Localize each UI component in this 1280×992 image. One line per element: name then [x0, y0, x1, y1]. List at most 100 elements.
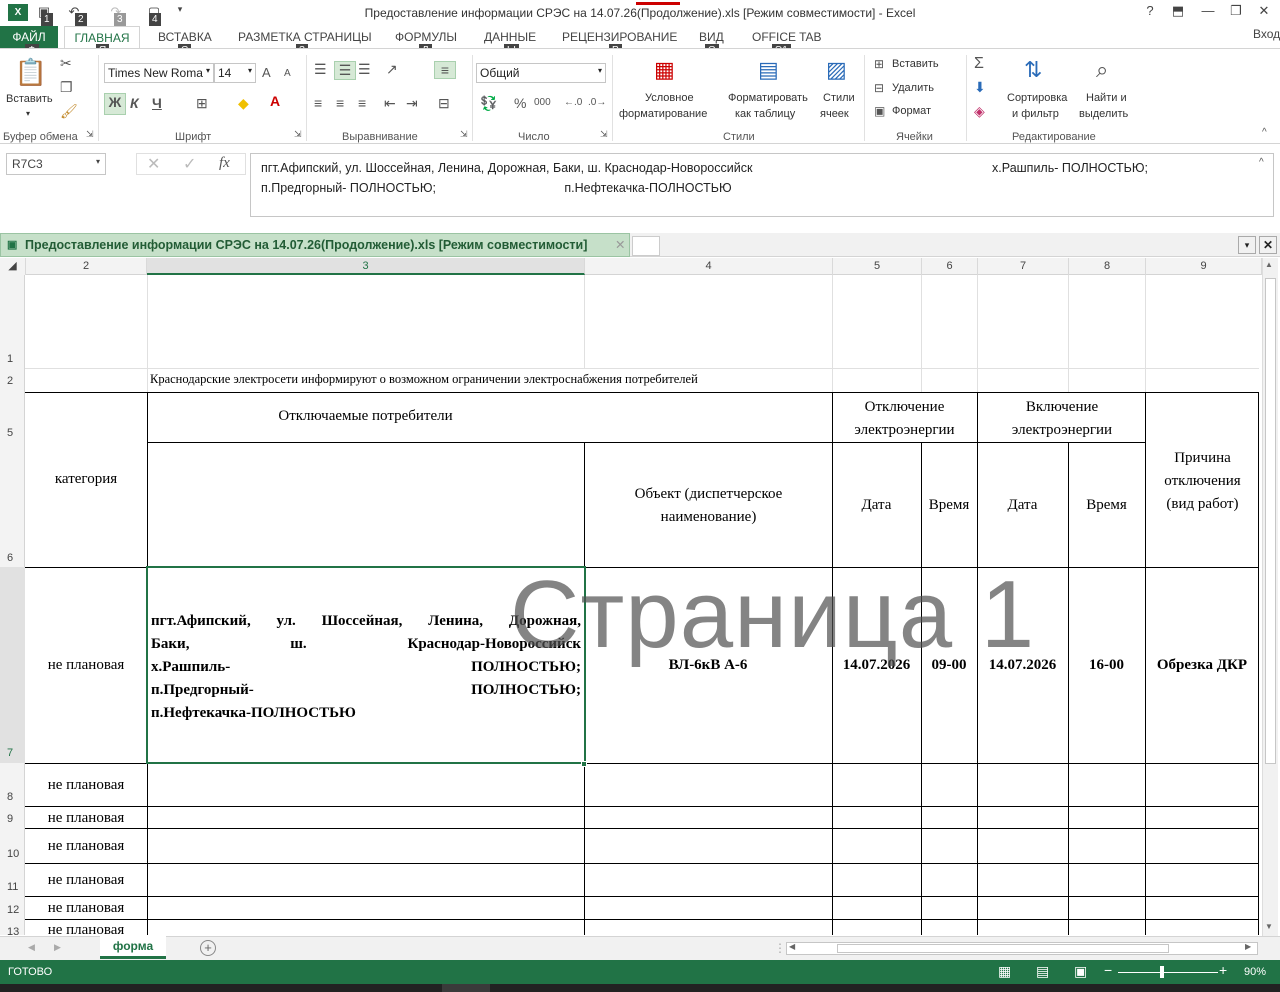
new-tab-button[interactable]	[632, 236, 660, 256]
page-break-view-icon[interactable]: ▣	[1074, 963, 1087, 980]
format-cells-button[interactable]: Формат	[892, 105, 931, 117]
row-header[interactable]: 1	[0, 353, 25, 365]
borders-icon[interactable]: ⊞	[196, 95, 208, 112]
insert-cells-button[interactable]: Вставить	[892, 58, 939, 70]
cell-category[interactable]: не плановая	[25, 810, 147, 827]
taskbar-item[interactable]	[442, 984, 490, 992]
tab-insert[interactable]: ВСТАВКА	[158, 30, 212, 44]
column-header[interactable]: 4	[585, 258, 833, 275]
copy-icon[interactable]: ❐	[60, 79, 73, 96]
delete-cells-icon[interactable]: ⊟	[874, 81, 884, 95]
paste-button[interactable]: Вставить	[6, 93, 53, 105]
column-header[interactable]: 8	[1069, 258, 1146, 275]
document-tab[interactable]: ▣ Предоставление информации СРЭС на 14.0…	[0, 233, 630, 257]
conditional-format-icon[interactable]: ▦	[654, 57, 675, 83]
scroll-left-icon[interactable]: ◀	[789, 942, 795, 951]
row-header[interactable]: 5	[0, 427, 25, 439]
paste-icon[interactable]: 📋	[14, 57, 48, 91]
page-layout-view-icon[interactable]: ▤	[1036, 963, 1049, 980]
paste-dropdown-icon[interactable]: ▾	[26, 109, 30, 118]
underline-button[interactable]: Ч	[152, 95, 162, 111]
decrease-indent-icon[interactable]: ⇤	[384, 95, 396, 112]
row-header[interactable]: 9	[0, 813, 25, 825]
tab-office-tab[interactable]: OFFICE TAB	[752, 30, 822, 44]
row-header[interactable]: 12	[0, 904, 25, 916]
column-header[interactable]: 5	[833, 258, 922, 275]
conditional-format-label2[interactable]: форматирование	[619, 108, 707, 120]
format-as-table-icon[interactable]: ▤	[758, 57, 779, 83]
delete-cells-button[interactable]: Удалить	[892, 82, 934, 94]
row-header[interactable]: 8	[0, 791, 25, 803]
cell-category[interactable]: не плановая	[25, 922, 147, 935]
cell-time-on[interactable]: 16-00	[1068, 657, 1145, 674]
format-cells-icon[interactable]: ▣	[874, 104, 885, 118]
collapse-ribbon-icon[interactable]: ^	[1262, 127, 1267, 138]
find-select-label[interactable]: Найти и	[1086, 92, 1127, 104]
tab-formulas[interactable]: ФОРМУЛЫ	[395, 30, 457, 44]
clipboard-launcher-icon[interactable]: ⇲	[86, 129, 94, 140]
cell-category[interactable]: не плановая	[25, 900, 147, 917]
binoculars-icon[interactable]: ⌕	[1096, 57, 1108, 83]
tab-page-layout[interactable]: РАЗМЕТКА СТРАНИЦЫ	[238, 30, 372, 44]
customize-qa-icon[interactable]: ▾	[170, 4, 190, 22]
zoom-in-icon[interactable]: +	[1219, 962, 1227, 978]
signin-link[interactable]: Вход	[1253, 27, 1280, 41]
find-select-label2[interactable]: выделить	[1079, 108, 1128, 120]
currency-icon[interactable]: 💱	[480, 95, 497, 112]
align-middle-icon[interactable]: ☰	[334, 61, 356, 80]
next-sheet-icon[interactable]: ▶	[54, 942, 61, 953]
ribbon-display-icon[interactable]: ⬒	[1164, 3, 1192, 23]
scroll-right-icon[interactable]: ▶	[1245, 942, 1251, 951]
wrap-text-icon[interactable]: ≡	[434, 61, 456, 79]
horizontal-scrollbar[interactable]: ◀ ▶	[786, 942, 1258, 955]
cell-styles-icon[interactable]: ▨	[826, 57, 847, 83]
select-all-corner[interactable]: ◢	[0, 258, 26, 275]
minimize-button[interactable]: —	[1194, 3, 1222, 23]
column-header[interactable]: 6	[922, 258, 978, 275]
increase-decimal-icon[interactable]: ←.0	[564, 97, 582, 108]
column-header[interactable]: 2	[26, 258, 147, 275]
align-center-icon[interactable]: ≡	[336, 95, 344, 111]
horizontal-scroll-thumb[interactable]	[837, 944, 1169, 953]
row-header[interactable]: 6	[0, 552, 25, 564]
close-button[interactable]: ✕	[1250, 3, 1278, 23]
cell-category[interactable]: не плановая	[25, 777, 147, 794]
tab-data[interactable]: ДАННЫЕ	[484, 30, 536, 44]
thousands-button[interactable]: 000	[534, 97, 551, 108]
sheet-tab-forma[interactable]: форма	[100, 936, 166, 959]
tab-list-dropdown[interactable]: ▾	[1238, 236, 1256, 254]
normal-view-icon[interactable]: ▦	[998, 963, 1011, 980]
zoom-slider-thumb[interactable]	[1160, 966, 1164, 978]
fill-icon[interactable]: ⬇	[974, 79, 986, 96]
name-box[interactable]: R7C3 ▾	[6, 153, 106, 175]
cell-styles-label[interactable]: Стили	[823, 92, 855, 104]
autosum-icon[interactable]: Σ	[974, 55, 984, 73]
fill-handle[interactable]	[581, 761, 587, 767]
enter-icon[interactable]: ✓	[183, 154, 196, 174]
tab-view[interactable]: ВИД	[699, 30, 724, 44]
cancel-icon[interactable]: ✕	[147, 154, 160, 174]
tab-review[interactable]: РЕЦЕНЗИРОВАНИЕ	[562, 30, 677, 44]
collapse-formula-icon[interactable]: ^	[1259, 157, 1264, 168]
shrink-font-icon[interactable]: A	[284, 68, 291, 79]
add-sheet-icon[interactable]: +	[200, 940, 216, 956]
cell-reason[interactable]: Обрезка ДКР	[1145, 657, 1259, 674]
format-painter-icon[interactable]: 🖌	[60, 103, 78, 120]
fill-color-icon[interactable]: ◆	[238, 95, 249, 112]
row-header-selected[interactable]: 7	[0, 567, 25, 763]
insert-cells-icon[interactable]: ⊞	[874, 57, 884, 71]
cell-category[interactable]: не плановая	[25, 872, 147, 889]
merge-center-icon[interactable]: ⊟	[438, 95, 450, 112]
clear-icon[interactable]: ◈	[974, 103, 985, 120]
cut-icon[interactable]: ✂	[60, 55, 72, 72]
sort-filter-label[interactable]: Сортировка	[1007, 92, 1067, 104]
increase-indent-icon[interactable]: ⇥	[406, 95, 418, 112]
font-name-combo[interactable]: Times New Roma ▾	[104, 63, 214, 83]
sort-filter-icon[interactable]: ⇅	[1024, 57, 1042, 83]
vertical-scrollbar[interactable]: ▲ ▼	[1262, 258, 1278, 936]
align-top-icon[interactable]: ☰	[314, 61, 327, 78]
format-as-table-label2[interactable]: как таблицу	[735, 108, 795, 120]
help-icon[interactable]: ?	[1136, 3, 1164, 23]
restore-button[interactable]: ❐	[1222, 3, 1250, 23]
zoom-slider-track[interactable]	[1118, 972, 1218, 973]
